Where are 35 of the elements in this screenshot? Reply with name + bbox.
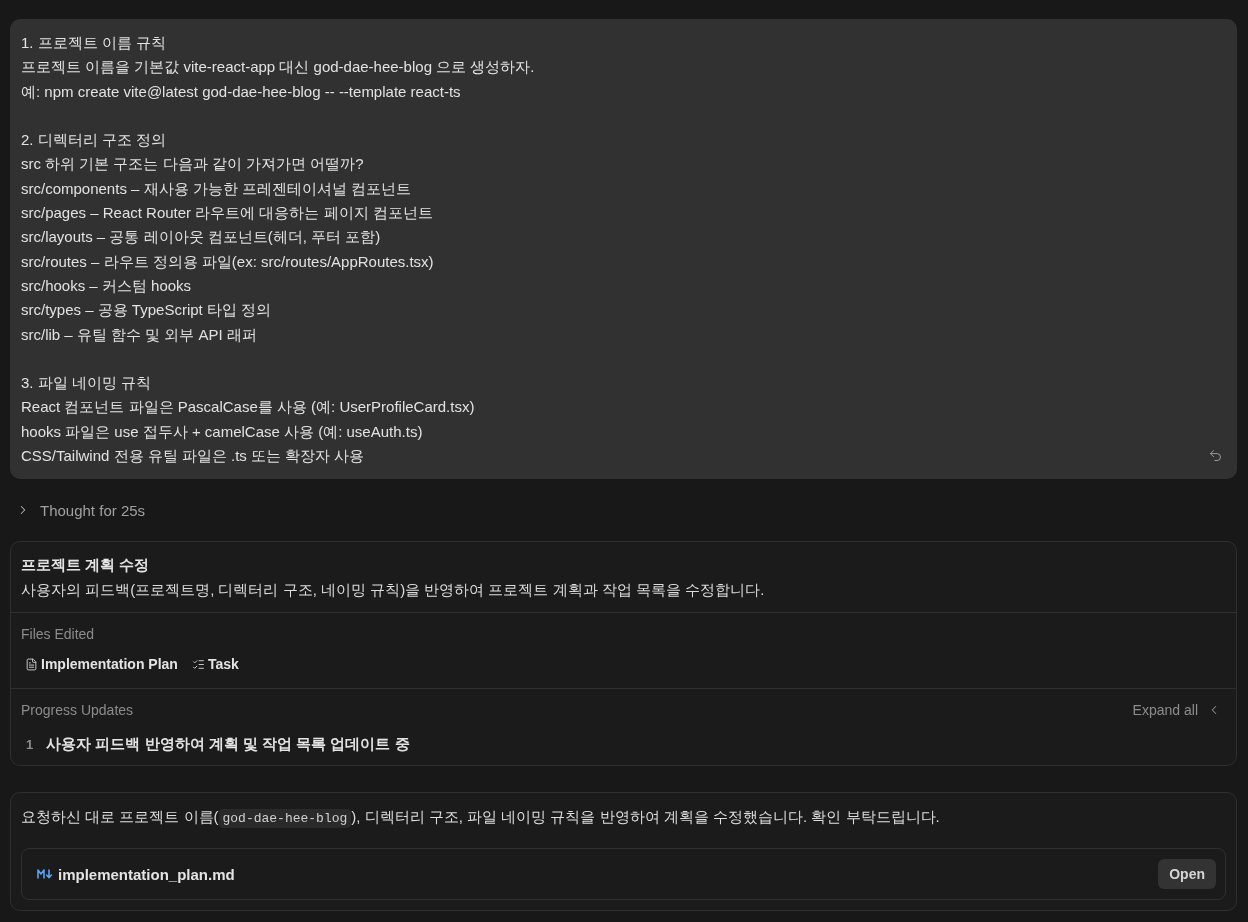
file-link[interactable]: Task <box>191 656 239 673</box>
message-line: src/hooks – 커스텀 hooks <box>21 275 193 296</box>
expand-all-button[interactable]: Expand all <box>1132 702 1226 719</box>
section-label: Files Edited <box>21 625 95 645</box>
message-line: src/types – 공용 TypeScript 타입 정의 <box>21 300 273 321</box>
undo-icon <box>1208 448 1223 464</box>
message-line: 예: npm create vite@latest god-dae-hee-blog -- --template react-ts <box>21 81 462 102</box>
task-description: 사용자의 피드백(프로젝트명, 디렉터리 구조, 네이밍 규칙)을 반영하여 프로젝트 계획과 작업 목록을 수정합니다. <box>21 580 766 601</box>
open-button[interactable]: Open <box>1158 859 1216 890</box>
message-line: src/pages – React Router 라우트에 대응하는 페이지 컴포넌트 <box>21 203 434 224</box>
file-link[interactable]: implementation_plan.md <box>37 865 235 883</box>
section-heading: 3. 파일 네이밍 규칙 <box>21 373 152 394</box>
undo-button[interactable] <box>1208 448 1223 464</box>
message-line: src/lib – 유틸 함수 및 외부 API 래퍼 <box>21 324 258 345</box>
step-text: 사용자 피드백 반영하여 계획 및 작업 목록 업데이트 중 <box>46 734 410 754</box>
markdown-icon <box>37 869 53 880</box>
section-heading: 1. 프로젝트 이름 규칙 <box>21 33 167 53</box>
message-line: 프로젝트 이름을 기본값 vite-react-app 대신 god-dae-hee-blog 으로 생성하자. <box>21 57 536 78</box>
message-line: React 컴포넌트 파일은 PascalCase를 사용 (예: UserProfileCard.tsx) <box>21 397 476 418</box>
message-line: src/routes – 라우트 정의용 파일(ex: src/routes/AppRoutes.tsx) <box>21 251 435 272</box>
message-line: src 하위 기본 구조는 다음과 같이 가져가면 어떨까? <box>21 154 365 175</box>
thought-toggle[interactable]: Thought for 25s <box>16 499 146 522</box>
file-link[interactable]: Implementation Plan <box>25 656 178 673</box>
step-number: 1 <box>26 736 34 752</box>
message-line: CSS/Tailwind 전용 유틸 파일은 .ts 또는 확장자 사용 <box>21 446 366 467</box>
message-line: src/layouts – 공통 레이아웃 컴포넌트(헤더, 푸터 포함) <box>21 227 382 248</box>
message-line: hooks 파일은 use 접두사 + camelCase 사용 (예: useAuth.ts) <box>21 421 424 442</box>
task-title: 프로젝트 계획 수정 <box>21 555 151 576</box>
thought-label: Thought for 25s <box>40 501 146 519</box>
section-heading: 2. 디렉터리 구조 정의 <box>21 130 167 151</box>
message-line: src/components – 재사용 가능한 프레젠테이셔널 컴포넌트 <box>21 178 413 199</box>
response-text: 요청하신 대로 프로젝트 이름( god-dae-hee-blog ), 디렉터리 구조, 파일 네이밍 규칙을 반영하여 계획을 수정했습니다. 확인 부탁드립니다. <box>21 807 941 831</box>
checklist-icon <box>191 657 205 671</box>
section-label: Progress Updates <box>21 701 134 721</box>
document-icon <box>25 657 38 671</box>
